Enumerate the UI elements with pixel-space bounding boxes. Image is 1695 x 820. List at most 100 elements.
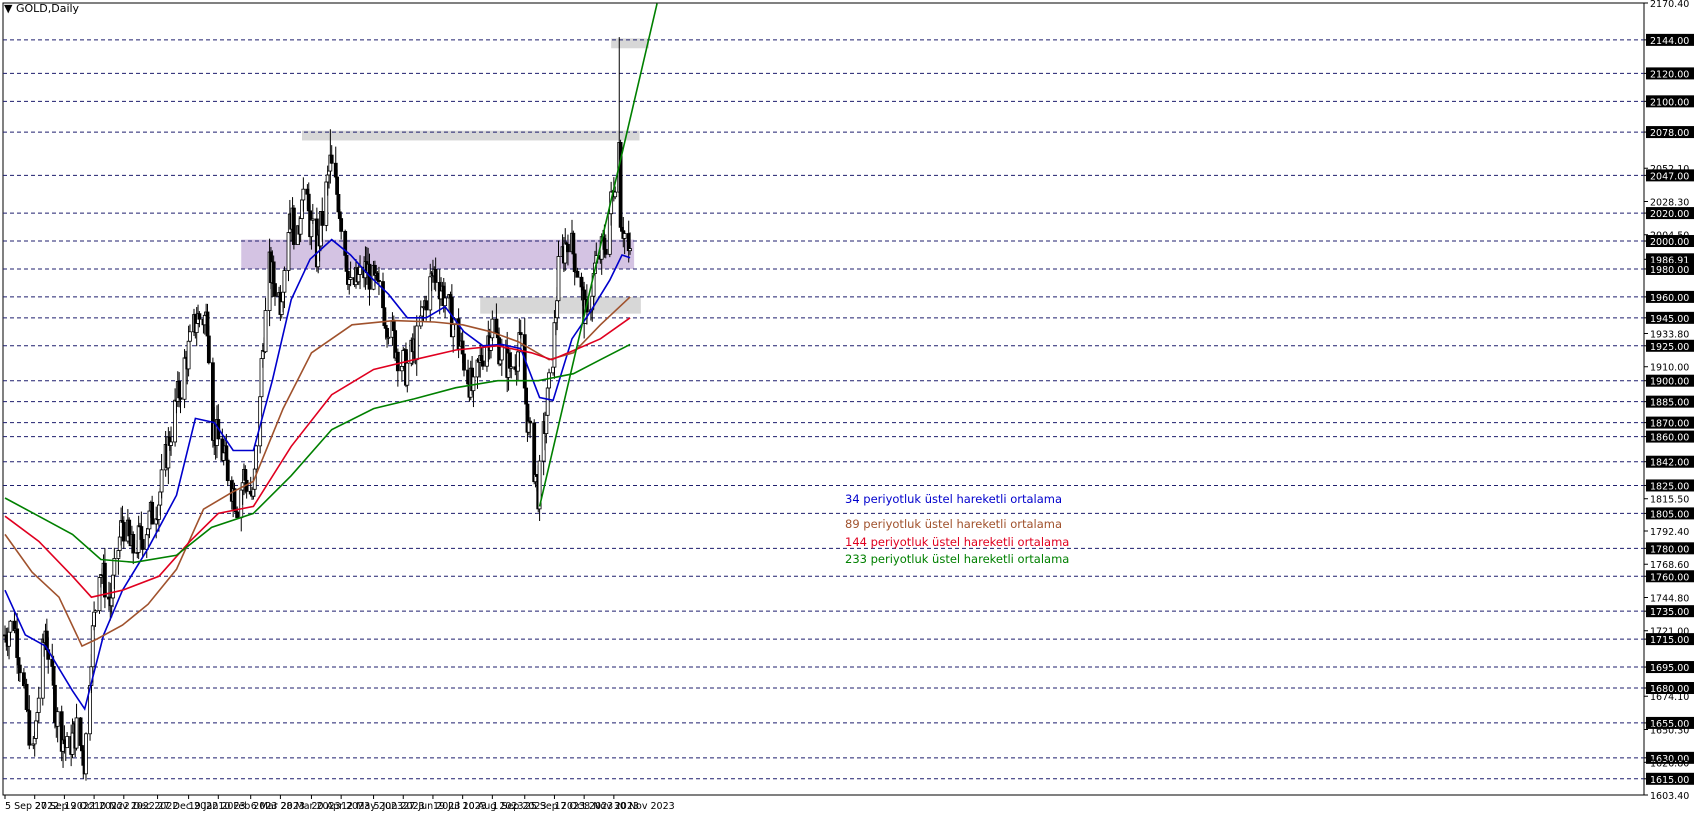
candle-body <box>140 539 145 550</box>
price-tick-label: 1960.00 <box>1650 293 1689 304</box>
price-tick-label: 1910.00 <box>1650 363 1689 374</box>
candle-body <box>55 711 60 727</box>
candle-body <box>273 283 277 297</box>
candle-body <box>490 318 495 339</box>
candle-body <box>603 248 608 255</box>
candle-body <box>194 323 199 333</box>
candle-body <box>566 243 570 253</box>
candle-body <box>27 710 32 746</box>
price-tick-label: 1933.80 <box>1650 329 1689 340</box>
candle-body <box>528 420 533 424</box>
candle-body <box>103 562 107 598</box>
candle-body <box>339 218 344 232</box>
chart-window: 2170.402144.002120.002100.002078.002052.… <box>0 0 1695 820</box>
price-tick-label: 2170.40 <box>1650 0 1689 10</box>
candle-body <box>358 266 362 275</box>
candle-body <box>443 297 448 307</box>
price-tick-label: 2078.00 <box>1650 128 1689 139</box>
zone-gray <box>480 296 641 314</box>
candle-body <box>424 300 429 311</box>
price-tick-label: 1980.00 <box>1650 265 1689 276</box>
price-tick-label: 1805.00 <box>1650 509 1689 520</box>
candle-body <box>301 188 306 201</box>
candle-body <box>282 270 287 293</box>
price-tick-label: 2144.00 <box>1650 36 1689 47</box>
symbol-label: ▼ GOLD,Daily <box>4 2 80 15</box>
candle-body <box>206 335 211 364</box>
candle-body <box>178 397 183 400</box>
candle-body <box>159 469 164 493</box>
candle-body <box>36 697 41 713</box>
candle-body <box>121 522 126 542</box>
legend-item: 34 periyotluk üstel hareketli ortalama <box>845 492 1063 506</box>
candle-body <box>556 256 561 302</box>
candle-body <box>547 372 551 389</box>
candle-body <box>291 207 296 245</box>
price-tick-label: 1860.00 <box>1650 433 1689 444</box>
price-tick-label: 2020.00 <box>1650 209 1689 220</box>
legend-item: 144 periyotluk üstel hareketli ortalama <box>845 535 1070 549</box>
price-tick-label: 2100.00 <box>1650 97 1689 108</box>
price-tick-label: 1825.00 <box>1650 481 1689 492</box>
candle-body <box>571 232 576 255</box>
candle-body <box>93 610 98 613</box>
candle-body <box>555 300 560 319</box>
price-tick-label: 1626.80 <box>1650 758 1689 769</box>
candle-body <box>254 445 259 470</box>
candle-body <box>414 325 419 361</box>
candle-body <box>150 501 155 525</box>
candle-body <box>386 336 391 339</box>
candle-body <box>628 248 632 252</box>
candle-body <box>329 154 334 164</box>
price-tick-label: 1695.00 <box>1650 663 1689 674</box>
price-tick-label: 1768.60 <box>1650 560 1689 571</box>
price-tick-label: 1615.00 <box>1650 775 1689 786</box>
candle-body <box>433 268 438 283</box>
price-tick-label: 2047.00 <box>1650 171 1689 182</box>
candle-body <box>377 280 381 282</box>
legend-item: 89 periyotluk üstel hareketli ortalama <box>845 517 1063 531</box>
candle-body <box>395 351 400 372</box>
candle-body <box>74 717 79 749</box>
candle-body <box>499 346 504 361</box>
candle-body <box>84 733 88 775</box>
candle-body <box>65 736 69 749</box>
candle-body <box>34 720 38 739</box>
price-chart[interactable]: 2170.402144.002120.002100.002078.002052.… <box>0 0 1695 820</box>
candle-body <box>613 191 618 198</box>
legend-item: 233 periyotluk üstel hareketli ortalama <box>845 552 1070 566</box>
price-tick-label: 1842.00 <box>1650 458 1689 469</box>
candle-body <box>524 387 528 405</box>
candle-body <box>235 511 240 519</box>
candle-body <box>544 414 549 434</box>
candle-body <box>169 441 173 446</box>
price-tick-label: 1945.00 <box>1650 314 1689 325</box>
price-tick-label: 1815.50 <box>1650 495 1689 506</box>
zone-gray <box>302 130 640 141</box>
price-tick-label: 2000.00 <box>1650 237 1689 248</box>
candle-body <box>320 211 325 226</box>
price-tick-label: 1900.00 <box>1650 377 1689 388</box>
candle-body <box>462 353 466 371</box>
price-tick-label: 1744.80 <box>1650 593 1689 604</box>
date-tick-label: 30 Nov 2023 <box>614 801 675 812</box>
candle-body <box>8 620 13 633</box>
candle-body <box>188 331 192 342</box>
candle-body <box>509 366 514 369</box>
price-tick-label: 1650.30 <box>1650 725 1689 736</box>
price-tick-label: 1674.10 <box>1650 692 1689 703</box>
price-tick-label: 2120.00 <box>1650 69 1689 80</box>
candle-body <box>480 360 485 367</box>
candle-body <box>348 277 353 280</box>
candle-body <box>532 422 537 483</box>
candle-body <box>224 445 229 461</box>
candle-body <box>575 270 580 278</box>
candle-body <box>622 233 627 239</box>
candle-body <box>186 340 191 370</box>
price-tick-label: 1735.00 <box>1650 607 1689 618</box>
candle-body <box>405 362 410 386</box>
candle-body <box>225 459 230 482</box>
price-tick-label: 1885.00 <box>1650 398 1689 409</box>
candle-body <box>90 625 95 668</box>
candle-body <box>131 534 136 554</box>
